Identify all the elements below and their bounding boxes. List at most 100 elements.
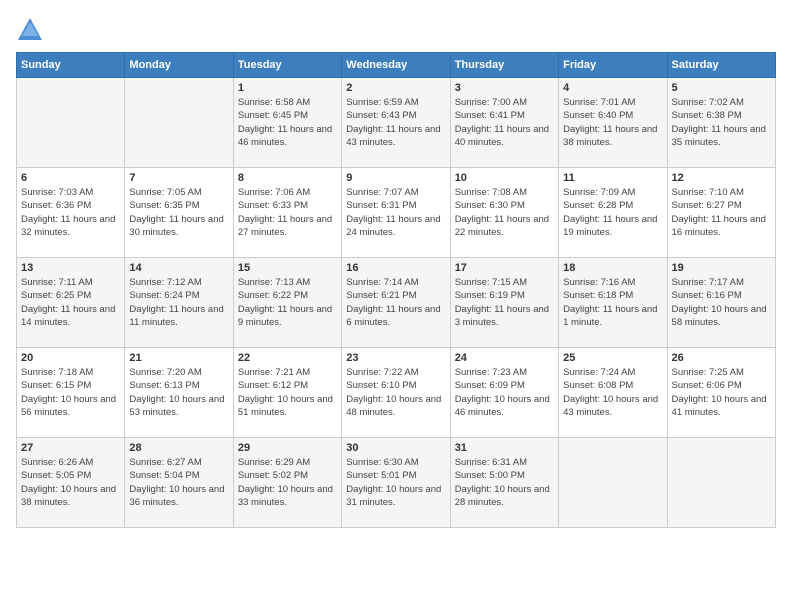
day-info: Sunrise: 7:14 AM Sunset: 6:21 PM Dayligh… <box>346 276 445 329</box>
day-number: 10 <box>455 172 554 184</box>
day-number: 12 <box>672 172 771 184</box>
day-info: Sunrise: 6:58 AM Sunset: 6:45 PM Dayligh… <box>238 96 337 149</box>
calendar-cell: 15Sunrise: 7:13 AM Sunset: 6:22 PM Dayli… <box>233 258 341 348</box>
day-number: 7 <box>129 172 228 184</box>
calendar-cell: 13 Sunrise: 7:11 AM Sunset: 6:25 PM Dayli… <box>17 258 125 348</box>
day-number: 20 <box>21 352 120 364</box>
day-number: 31 <box>455 442 554 454</box>
page-header <box>16 16 776 44</box>
day-info: Sunrise: 7:07 AM Sunset: 6:31 PM Dayligh… <box>346 186 445 239</box>
day-of-week-saturday: Saturday <box>667 53 775 78</box>
calendar-cell: 20 Sunrise: 7:18 AM Sunset: 6:15 PM Dayli… <box>17 348 125 438</box>
calendar-week-2: 6Sunrise: 7:03 AM Sunset: 6:36 PM Daylig… <box>17 168 776 258</box>
day-number: 18 <box>563 262 662 274</box>
day-info: Sunrise: 7:09 AM Sunset: 6:28 PM Dayligh… <box>563 186 662 239</box>
day-number: 29 <box>238 442 337 454</box>
calendar-cell: 31 Sunrise: 6:31 AM Sunset: 5:00 PM Dayli… <box>450 438 558 528</box>
calendar-cell: 12 Sunrise: 7:10 AM Sunset: 6:27 PM Dayli… <box>667 168 775 258</box>
day-number: 27 <box>21 442 120 454</box>
calendar-cell <box>559 438 667 528</box>
day-number: 21 <box>129 352 228 364</box>
day-number: 8 <box>238 172 337 184</box>
calendar-cell: 25 Sunrise: 7:24 AM Sunset: 6:08 PM Dayli… <box>559 348 667 438</box>
calendar-cell: 30 Sunrise: 6:30 AM Sunset: 5:01 PM Dayli… <box>342 438 450 528</box>
day-number: 28 <box>129 442 228 454</box>
day-info: Sunrise: 7:21 AM Sunset: 6:12 PM Dayligh… <box>238 366 337 419</box>
day-info: Sunrise: 7:15 AM Sunset: 6:19 PM Dayligh… <box>455 276 554 329</box>
calendar-cell: 4 Sunrise: 7:01 AM Sunset: 6:40 PM Daylig… <box>559 78 667 168</box>
day-number: 23 <box>346 352 445 364</box>
day-number: 5 <box>672 82 771 94</box>
calendar-cell: 3Sunrise: 7:00 AM Sunset: 6:41 PM Daylig… <box>450 78 558 168</box>
day-info: Sunrise: 6:31 AM Sunset: 5:00 PM Dayligh… <box>455 456 554 509</box>
day-info: Sunrise: 7:20 AM Sunset: 6:13 PM Dayligh… <box>129 366 228 419</box>
day-number: 1 <box>238 82 337 94</box>
logo <box>16 16 46 44</box>
day-info: Sunrise: 7:12 AM Sunset: 6:24 PM Dayligh… <box>129 276 228 329</box>
day-number: 22 <box>238 352 337 364</box>
day-info: Sunrise: 7:16 AM Sunset: 6:18 PM Dayligh… <box>563 276 662 329</box>
calendar-cell: 23 Sunrise: 7:22 AM Sunset: 6:10 PM Dayli… <box>342 348 450 438</box>
day-info: Sunrise: 7:03 AM Sunset: 6:36 PM Dayligh… <box>21 186 120 239</box>
day-info: Sunrise: 6:30 AM Sunset: 5:01 PM Dayligh… <box>346 456 445 509</box>
days-of-week-row: SundayMondayTuesdayWednesdayThursdayFrid… <box>17 53 776 78</box>
day-of-week-thursday: Thursday <box>450 53 558 78</box>
calendar-cell: 9 Sunrise: 7:07 AM Sunset: 6:31 PM Daylig… <box>342 168 450 258</box>
day-number: 25 <box>563 352 662 364</box>
calendar-header: SundayMondayTuesdayWednesdayThursdayFrid… <box>17 53 776 78</box>
day-info: Sunrise: 7:06 AM Sunset: 6:33 PM Dayligh… <box>238 186 337 239</box>
calendar-cell: 5 Sunrise: 7:02 AM Sunset: 6:38 PM Daylig… <box>667 78 775 168</box>
day-number: 24 <box>455 352 554 364</box>
day-number: 16 <box>346 262 445 274</box>
day-info: Sunrise: 7:00 AM Sunset: 6:41 PM Dayligh… <box>455 96 554 149</box>
day-info: Sunrise: 6:29 AM Sunset: 5:02 PM Dayligh… <box>238 456 337 509</box>
day-info: Sunrise: 7:25 AM Sunset: 6:06 PM Dayligh… <box>672 366 771 419</box>
day-info: Sunrise: 7:24 AM Sunset: 6:08 PM Dayligh… <box>563 366 662 419</box>
day-number: 13 <box>21 262 120 274</box>
calendar-cell: 27 Sunrise: 6:26 AM Sunset: 5:05 PM Dayli… <box>17 438 125 528</box>
day-number: 30 <box>346 442 445 454</box>
day-number: 15 <box>238 262 337 274</box>
day-info: Sunrise: 7:01 AM Sunset: 6:40 PM Dayligh… <box>563 96 662 149</box>
day-info: Sunrise: 7:18 AM Sunset: 6:15 PM Dayligh… <box>21 366 120 419</box>
day-info: Sunrise: 7:11 AM Sunset: 6:25 PM Dayligh… <box>21 276 120 329</box>
day-of-week-monday: Monday <box>125 53 233 78</box>
day-number: 9 <box>346 172 445 184</box>
calendar-week-5: 27 Sunrise: 6:26 AM Sunset: 5:05 PM Dayli… <box>17 438 776 528</box>
day-number: 19 <box>672 262 771 274</box>
calendar-week-4: 20 Sunrise: 7:18 AM Sunset: 6:15 PM Dayli… <box>17 348 776 438</box>
day-number: 26 <box>672 352 771 364</box>
calendar-cell: 2Sunrise: 6:59 AM Sunset: 6:43 PM Daylig… <box>342 78 450 168</box>
day-info: Sunrise: 7:05 AM Sunset: 6:35 PM Dayligh… <box>129 186 228 239</box>
calendar-cell: 26 Sunrise: 7:25 AM Sunset: 6:06 PM Dayli… <box>667 348 775 438</box>
calendar-cell <box>125 78 233 168</box>
calendar-cell: 18 Sunrise: 7:16 AM Sunset: 6:18 PM Dayli… <box>559 258 667 348</box>
calendar-week-3: 13 Sunrise: 7:11 AM Sunset: 6:25 PM Dayli… <box>17 258 776 348</box>
calendar-cell: 8 Sunrise: 7:06 AM Sunset: 6:33 PM Daylig… <box>233 168 341 258</box>
day-of-week-wednesday: Wednesday <box>342 53 450 78</box>
calendar-cell: 7 Sunrise: 7:05 AM Sunset: 6:35 PM Daylig… <box>125 168 233 258</box>
day-number: 2 <box>346 82 445 94</box>
calendar-cell: 22 Sunrise: 7:21 AM Sunset: 6:12 PM Dayli… <box>233 348 341 438</box>
calendar-cell <box>17 78 125 168</box>
calendar-cell: 29 Sunrise: 6:29 AM Sunset: 5:02 PM Dayli… <box>233 438 341 528</box>
calendar-cell <box>667 438 775 528</box>
day-info: Sunrise: 7:10 AM Sunset: 6:27 PM Dayligh… <box>672 186 771 239</box>
day-info: Sunrise: 7:17 AM Sunset: 6:16 PM Dayligh… <box>672 276 771 329</box>
calendar-table: SundayMondayTuesdayWednesdayThursdayFrid… <box>16 52 776 528</box>
calendar-cell: 28Sunrise: 6:27 AM Sunset: 5:04 PM Dayli… <box>125 438 233 528</box>
day-info: Sunrise: 7:22 AM Sunset: 6:10 PM Dayligh… <box>346 366 445 419</box>
day-of-week-sunday: Sunday <box>17 53 125 78</box>
calendar-cell: 16 Sunrise: 7:14 AM Sunset: 6:21 PM Dayli… <box>342 258 450 348</box>
day-info: Sunrise: 7:02 AM Sunset: 6:38 PM Dayligh… <box>672 96 771 149</box>
calendar-cell: 19 Sunrise: 7:17 AM Sunset: 6:16 PM Dayli… <box>667 258 775 348</box>
calendar-cell: 21 Sunrise: 7:20 AM Sunset: 6:13 PM Dayli… <box>125 348 233 438</box>
day-info: Sunrise: 6:26 AM Sunset: 5:05 PM Dayligh… <box>21 456 120 509</box>
day-info: Sunrise: 7:08 AM Sunset: 6:30 PM Dayligh… <box>455 186 554 239</box>
calendar-cell: 24Sunrise: 7:23 AM Sunset: 6:09 PM Dayli… <box>450 348 558 438</box>
day-number: 17 <box>455 262 554 274</box>
logo-icon <box>16 16 44 44</box>
day-number: 4 <box>563 82 662 94</box>
calendar-cell: 17 Sunrise: 7:15 AM Sunset: 6:19 PM Dayli… <box>450 258 558 348</box>
calendar-cell: 10 Sunrise: 7:08 AM Sunset: 6:30 PM Dayli… <box>450 168 558 258</box>
